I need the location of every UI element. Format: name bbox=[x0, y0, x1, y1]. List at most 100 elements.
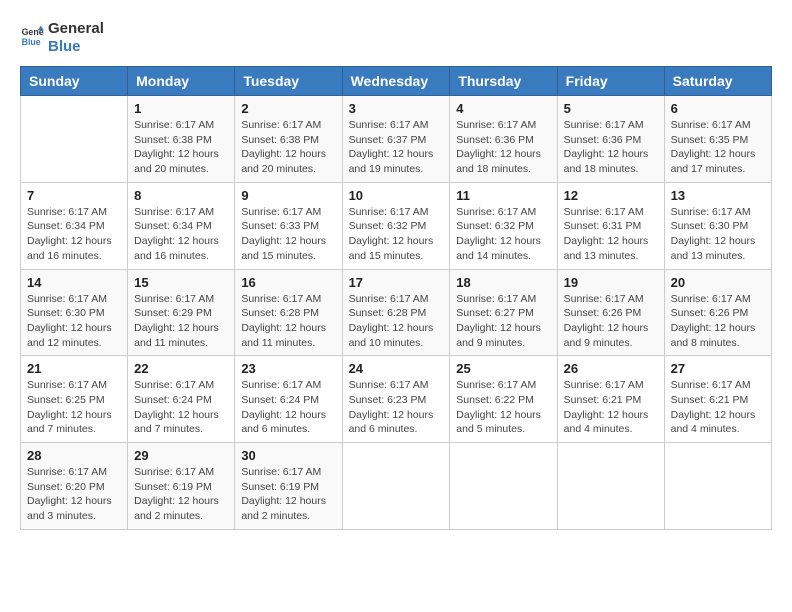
calendar-cell: 4 Sunrise: 6:17 AM Sunset: 6:36 PM Daylig… bbox=[450, 96, 557, 183]
calendar-cell: 27 Sunrise: 6:17 AM Sunset: 6:21 PM Dayli… bbox=[664, 356, 771, 443]
svg-text:Blue: Blue bbox=[22, 36, 41, 46]
day-number: 29 bbox=[134, 448, 228, 463]
calendar-cell: 24 Sunrise: 6:17 AM Sunset: 6:23 PM Dayli… bbox=[342, 356, 450, 443]
day-info: Sunrise: 6:17 AM Sunset: 6:34 PM Dayligh… bbox=[27, 205, 121, 264]
day-number: 15 bbox=[134, 275, 228, 290]
calendar-cell: 16 Sunrise: 6:17 AM Sunset: 6:28 PM Dayli… bbox=[235, 269, 342, 356]
day-number: 10 bbox=[349, 188, 444, 203]
day-number: 19 bbox=[564, 275, 658, 290]
day-info: Sunrise: 6:17 AM Sunset: 6:37 PM Dayligh… bbox=[349, 118, 444, 177]
day-number: 4 bbox=[456, 101, 550, 116]
day-number: 24 bbox=[349, 361, 444, 376]
calendar-cell bbox=[21, 96, 128, 183]
day-info: Sunrise: 6:17 AM Sunset: 6:38 PM Dayligh… bbox=[241, 118, 335, 177]
logo-blue-text: Blue bbox=[48, 38, 104, 56]
day-info: Sunrise: 6:17 AM Sunset: 6:24 PM Dayligh… bbox=[134, 378, 228, 437]
calendar-week-2: 7 Sunrise: 6:17 AM Sunset: 6:34 PM Daylig… bbox=[21, 182, 772, 269]
logo-icon: General Blue bbox=[20, 24, 44, 53]
calendar-week-5: 28Sunrise: 6:17 AM Sunset: 6:20 PM Dayli… bbox=[21, 443, 772, 530]
calendar-cell bbox=[450, 443, 557, 530]
day-info: Sunrise: 6:17 AM Sunset: 6:26 PM Dayligh… bbox=[564, 292, 658, 351]
calendar-header-row: SundayMondayTuesdayWednesdayThursdayFrid… bbox=[21, 67, 772, 96]
col-header-sunday: Sunday bbox=[21, 67, 128, 96]
day-info: Sunrise: 6:17 AM Sunset: 6:28 PM Dayligh… bbox=[349, 292, 444, 351]
day-number: 11 bbox=[456, 188, 550, 203]
calendar-week-1: 1 Sunrise: 6:17 AM Sunset: 6:38 PM Daylig… bbox=[21, 96, 772, 183]
calendar-cell: 19 Sunrise: 6:17 AM Sunset: 6:26 PM Dayli… bbox=[557, 269, 664, 356]
day-info: Sunrise: 6:17 AM Sunset: 6:24 PM Dayligh… bbox=[241, 378, 335, 437]
calendar-cell bbox=[342, 443, 450, 530]
day-number: 14 bbox=[27, 275, 121, 290]
calendar-cell: 26Sunrise: 6:17 AM Sunset: 6:21 PM Dayli… bbox=[557, 356, 664, 443]
day-info: Sunrise: 6:17 AM Sunset: 6:38 PM Dayligh… bbox=[134, 118, 228, 177]
day-info: Sunrise: 6:17 AM Sunset: 6:30 PM Dayligh… bbox=[27, 292, 121, 351]
calendar-cell: 11Sunrise: 6:17 AM Sunset: 6:32 PM Dayli… bbox=[450, 182, 557, 269]
calendar-cell: 21Sunrise: 6:17 AM Sunset: 6:25 PM Dayli… bbox=[21, 356, 128, 443]
calendar-cell: 1 Sunrise: 6:17 AM Sunset: 6:38 PM Daylig… bbox=[128, 96, 235, 183]
page-header: General Blue General Blue bbox=[20, 20, 772, 56]
day-number: 30 bbox=[241, 448, 335, 463]
calendar-cell: 20 Sunrise: 6:17 AM Sunset: 6:26 PM Dayli… bbox=[664, 269, 771, 356]
col-header-thursday: Thursday bbox=[450, 67, 557, 96]
calendar-cell: 2Sunrise: 6:17 AM Sunset: 6:38 PM Daylig… bbox=[235, 96, 342, 183]
calendar-cell: 28Sunrise: 6:17 AM Sunset: 6:20 PM Dayli… bbox=[21, 443, 128, 530]
day-info: Sunrise: 6:17 AM Sunset: 6:36 PM Dayligh… bbox=[564, 118, 658, 177]
calendar-table: SundayMondayTuesdayWednesdayThursdayFrid… bbox=[20, 66, 772, 530]
day-info: Sunrise: 6:17 AM Sunset: 6:30 PM Dayligh… bbox=[671, 205, 765, 264]
day-info: Sunrise: 6:17 AM Sunset: 6:36 PM Dayligh… bbox=[456, 118, 550, 177]
calendar-cell: 15 Sunrise: 6:17 AM Sunset: 6:29 PM Dayli… bbox=[128, 269, 235, 356]
calendar-cell: 12 Sunrise: 6:17 AM Sunset: 6:31 PM Dayli… bbox=[557, 182, 664, 269]
calendar-week-3: 14 Sunrise: 6:17 AM Sunset: 6:30 PM Dayli… bbox=[21, 269, 772, 356]
calendar-cell: 7 Sunrise: 6:17 AM Sunset: 6:34 PM Daylig… bbox=[21, 182, 128, 269]
logo: General Blue General Blue bbox=[20, 20, 104, 56]
day-info: Sunrise: 6:17 AM Sunset: 6:23 PM Dayligh… bbox=[349, 378, 444, 437]
day-number: 5 bbox=[564, 101, 658, 116]
calendar-cell: 3 Sunrise: 6:17 AM Sunset: 6:37 PM Daylig… bbox=[342, 96, 450, 183]
calendar-cell: 10Sunrise: 6:17 AM Sunset: 6:32 PM Dayli… bbox=[342, 182, 450, 269]
calendar-cell: 18Sunrise: 6:17 AM Sunset: 6:27 PM Dayli… bbox=[450, 269, 557, 356]
calendar-cell: 23Sunrise: 6:17 AM Sunset: 6:24 PM Dayli… bbox=[235, 356, 342, 443]
calendar-cell bbox=[557, 443, 664, 530]
day-number: 27 bbox=[671, 361, 765, 376]
calendar-cell: 9 Sunrise: 6:17 AM Sunset: 6:33 PM Daylig… bbox=[235, 182, 342, 269]
day-number: 22 bbox=[134, 361, 228, 376]
calendar-cell: 14 Sunrise: 6:17 AM Sunset: 6:30 PM Dayli… bbox=[21, 269, 128, 356]
calendar-cell: 30 Sunrise: 6:17 AM Sunset: 6:19 PM Dayli… bbox=[235, 443, 342, 530]
day-number: 25 bbox=[456, 361, 550, 376]
day-info: Sunrise: 6:17 AM Sunset: 6:21 PM Dayligh… bbox=[671, 378, 765, 437]
day-info: Sunrise: 6:17 AM Sunset: 6:19 PM Dayligh… bbox=[134, 465, 228, 524]
col-header-tuesday: Tuesday bbox=[235, 67, 342, 96]
day-info: Sunrise: 6:17 AM Sunset: 6:33 PM Dayligh… bbox=[241, 205, 335, 264]
day-info: Sunrise: 6:17 AM Sunset: 6:19 PM Dayligh… bbox=[241, 465, 335, 524]
day-info: Sunrise: 6:17 AM Sunset: 6:25 PM Dayligh… bbox=[27, 378, 121, 437]
calendar-cell: 25 Sunrise: 6:17 AM Sunset: 6:22 PM Dayli… bbox=[450, 356, 557, 443]
day-number: 17 bbox=[349, 275, 444, 290]
day-info: Sunrise: 6:17 AM Sunset: 6:22 PM Dayligh… bbox=[456, 378, 550, 437]
day-number: 1 bbox=[134, 101, 228, 116]
day-info: Sunrise: 6:17 AM Sunset: 6:28 PM Dayligh… bbox=[241, 292, 335, 351]
day-number: 3 bbox=[349, 101, 444, 116]
day-number: 20 bbox=[671, 275, 765, 290]
col-header-saturday: Saturday bbox=[664, 67, 771, 96]
day-info: Sunrise: 6:17 AM Sunset: 6:35 PM Dayligh… bbox=[671, 118, 765, 177]
calendar-cell: 13 Sunrise: 6:17 AM Sunset: 6:30 PM Dayli… bbox=[664, 182, 771, 269]
day-info: Sunrise: 6:17 AM Sunset: 6:31 PM Dayligh… bbox=[564, 205, 658, 264]
calendar-cell: 6Sunrise: 6:17 AM Sunset: 6:35 PM Daylig… bbox=[664, 96, 771, 183]
day-number: 12 bbox=[564, 188, 658, 203]
col-header-wednesday: Wednesday bbox=[342, 67, 450, 96]
day-info: Sunrise: 6:17 AM Sunset: 6:20 PM Dayligh… bbox=[27, 465, 121, 524]
day-info: Sunrise: 6:17 AM Sunset: 6:34 PM Dayligh… bbox=[134, 205, 228, 264]
col-header-monday: Monday bbox=[128, 67, 235, 96]
day-info: Sunrise: 6:17 AM Sunset: 6:21 PM Dayligh… bbox=[564, 378, 658, 437]
col-header-friday: Friday bbox=[557, 67, 664, 96]
day-number: 16 bbox=[241, 275, 335, 290]
day-info: Sunrise: 6:17 AM Sunset: 6:29 PM Dayligh… bbox=[134, 292, 228, 351]
calendar-cell: 5 Sunrise: 6:17 AM Sunset: 6:36 PM Daylig… bbox=[557, 96, 664, 183]
day-number: 13 bbox=[671, 188, 765, 203]
calendar-cell bbox=[664, 443, 771, 530]
day-number: 7 bbox=[27, 188, 121, 203]
day-info: Sunrise: 6:17 AM Sunset: 6:26 PM Dayligh… bbox=[671, 292, 765, 351]
day-number: 9 bbox=[241, 188, 335, 203]
day-number: 8 bbox=[134, 188, 228, 203]
day-number: 18 bbox=[456, 275, 550, 290]
